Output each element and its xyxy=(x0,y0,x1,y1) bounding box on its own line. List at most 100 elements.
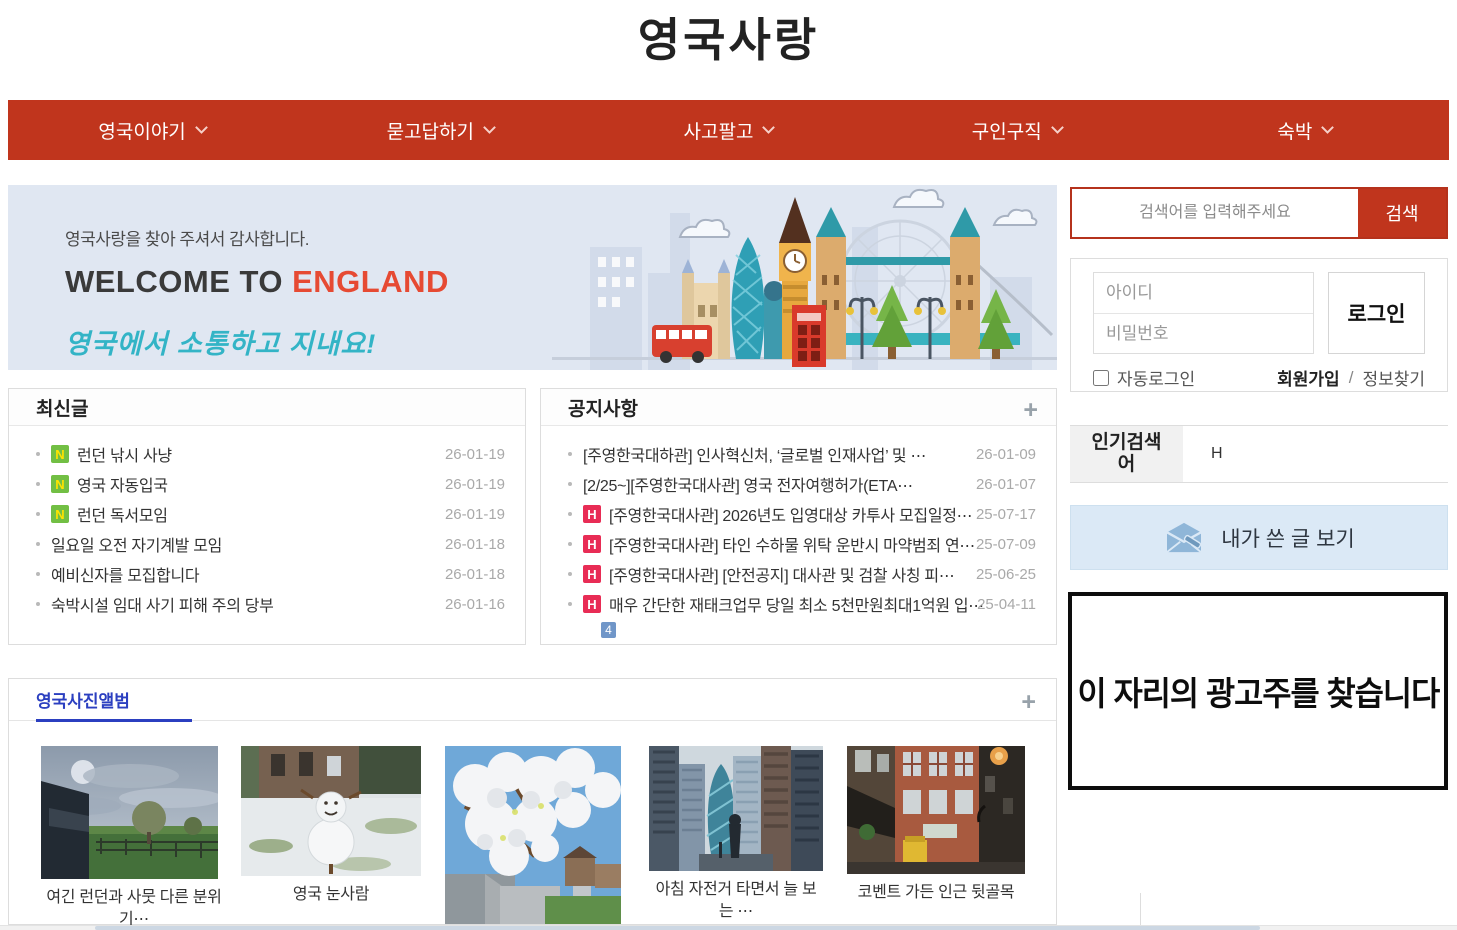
post-row[interactable]: [2/25~][주영한국대사관] 영국 전자여행허가(ETA⋯ 26-01-07 xyxy=(568,469,1046,499)
main-nav: 영국이야기 묻고답하기 사고팔고 구인구직 숙박 xyxy=(8,100,1449,160)
photo-album-panel: 영국사진앨범 + xyxy=(8,678,1057,925)
alley-photo xyxy=(847,746,1025,874)
find-info-link[interactable]: 정보찾기 xyxy=(1362,365,1425,390)
hot-badge: H xyxy=(583,535,601,553)
album-photo[interactable] xyxy=(445,746,621,930)
auto-login-checkbox[interactable] xyxy=(1093,370,1109,386)
countryside-photo xyxy=(41,746,218,879)
banner-welcome-highlight: ENGLAND xyxy=(292,264,449,299)
latest-posts-list: N 런던 낚시 사냥 26-01-19 N 영국 자동입국 26-01-19 N… xyxy=(9,426,525,619)
bullet-icon xyxy=(36,572,40,576)
bullet-icon xyxy=(36,512,40,516)
site-logo[interactable]: 영국사랑 xyxy=(638,4,819,70)
login-inputs xyxy=(1093,272,1314,354)
latest-posts-title: 최신글 xyxy=(36,394,88,421)
chevron-down-icon xyxy=(483,121,496,134)
album-photo[interactable]: 영국 눈사람 xyxy=(241,746,421,906)
nav-item-jobs[interactable]: 구인구직 xyxy=(873,100,1161,160)
new-badge: N xyxy=(51,505,69,523)
bullet-icon xyxy=(36,482,40,486)
chevron-down-icon xyxy=(1322,121,1335,134)
notices-panel: 공지사항 + [주영한국대하관] 인사혁신처, ‘글로벌 인재사업’ 및 ⋯ 2… xyxy=(540,388,1057,645)
login-panel: 로그인 자동로그인 회원가입 / 정보찾기 xyxy=(1070,258,1448,392)
nav-item-lodging[interactable]: 숙박 xyxy=(1161,100,1449,160)
latest-posts-header: 최신글 xyxy=(9,389,525,426)
bullet-icon xyxy=(568,482,572,486)
active-tab-underline xyxy=(36,719,192,722)
cherry-blossom-photo xyxy=(445,746,621,924)
bullet-icon xyxy=(568,452,572,456)
post-row[interactable]: H 매우 간단한 재태크업무 당일 최소 5천만원최대1억원 입⋯ 25-04-… xyxy=(568,589,1046,619)
chevron-down-icon xyxy=(195,121,208,134)
chevron-down-icon xyxy=(763,121,776,134)
write-post-icon xyxy=(1163,521,1205,555)
bullet-icon xyxy=(568,572,572,576)
latest-posts-panel: 최신글 N 런던 낚시 사냥 26-01-19 N 영국 자동입국 26-01-… xyxy=(8,388,526,645)
login-id-field[interactable] xyxy=(1094,273,1313,313)
link-separator: / xyxy=(1349,368,1354,388)
photo-album-more-button[interactable]: + xyxy=(1021,690,1036,715)
photo-caption: 여긴 런던과 사뭇 다른 분위기⋯ xyxy=(41,887,227,930)
bullet-icon xyxy=(568,542,572,546)
bullet-icon xyxy=(36,602,40,606)
photo-caption: 코벤트 가든 인근 뒷골목 xyxy=(847,882,1025,904)
search-bar: 검색 xyxy=(1070,187,1448,239)
page: 영국사랑 영국이야기 묻고답하기 사고팔고 구인구직 숙박 영국사랑을 찾아 주… xyxy=(0,0,1457,930)
comment-count-badge: 4 xyxy=(601,622,616,638)
post-row[interactable]: N 영국 자동입국 26-01-19 xyxy=(36,469,515,499)
login-password-field[interactable] xyxy=(1094,313,1313,353)
search-button[interactable]: 검색 xyxy=(1358,189,1446,237)
snowman-photo xyxy=(241,746,421,876)
photo-album-title[interactable]: 영국사진앨범 xyxy=(36,687,130,712)
nav-item-qna[interactable]: 묻고답하기 xyxy=(296,100,584,160)
ad-text: 이 자리의 광고주를 찾습니다 xyxy=(1077,667,1439,715)
my-posts-label: 내가 쓴 글 보기 xyxy=(1221,523,1354,553)
hot-badge: H xyxy=(583,595,601,613)
new-badge: N xyxy=(51,475,69,493)
banner-tagline: 영국에서 소통하고 지내요! xyxy=(65,322,449,361)
login-button[interactable]: 로그인 xyxy=(1328,272,1425,354)
scrollbar-thumb[interactable] xyxy=(95,926,1260,930)
post-row[interactable]: N 런던 낚시 사냥 26-01-19 xyxy=(36,439,515,469)
album-photo[interactable]: 아침 자전거 타면서 늘 보는 ⋯ xyxy=(649,746,823,922)
nav-item-label: 사고팔고 xyxy=(684,117,754,144)
hot-badge: H xyxy=(583,505,601,523)
album-photo[interactable]: 여긴 런던과 사뭇 다른 분위기⋯ xyxy=(41,746,227,930)
comment-count-row: 4 xyxy=(568,619,1046,641)
notices-more-button[interactable]: + xyxy=(1023,398,1038,423)
welcome-banner: 영국사랑을 찾아 주셔서 감사합니다. WELCOME TO ENGLAND 영… xyxy=(8,185,1057,370)
post-row[interactable]: 일요일 오전 자기계발 모임 26-01-18 xyxy=(36,529,515,559)
london-skyline-illustration xyxy=(552,185,1057,370)
nav-item-label: 숙박 xyxy=(1277,117,1312,144)
search-input[interactable] xyxy=(1072,189,1358,237)
city-photo xyxy=(649,746,823,871)
banner-welcome: WELCOME TO ENGLAND xyxy=(65,264,449,300)
post-row[interactable]: H [주영한국대사관] 타인 수하물 위탁 운반시 마약범죄 연⋯ 25-07-… xyxy=(568,529,1046,559)
bullet-icon xyxy=(568,512,572,516)
nav-item-label: 묻고답하기 xyxy=(387,117,474,144)
post-row[interactable]: N 런던 독서모임 26-01-19 xyxy=(36,499,515,529)
photo-album-header: 영국사진앨범 + xyxy=(9,679,1056,721)
popular-search-term[interactable]: H xyxy=(1183,426,1223,482)
post-row[interactable]: [주영한국대하관] 인사혁신처, ‘글로벌 인재사업’ 및 ⋯ 26-01-09 xyxy=(568,439,1046,469)
post-row[interactable]: 예비신자를 모집합니다 26-01-18 xyxy=(36,559,515,589)
chevron-down-icon xyxy=(1051,121,1064,134)
signup-link[interactable]: 회원가입 xyxy=(1277,365,1340,390)
album-photo[interactable]: 코벤트 가든 인근 뒷골목 xyxy=(847,746,1025,904)
post-row[interactable]: 숙박시설 임대 사기 피해 주의 당부 26-01-16 xyxy=(36,589,515,619)
photo-caption: 아침 자전거 타면서 늘 보는 ⋯ xyxy=(649,879,823,922)
post-row[interactable]: H [주영한국대사관] 2026년도 입영대상 카투사 모집일정⋯ 25-07-… xyxy=(568,499,1046,529)
horizontal-scrollbar[interactable] xyxy=(0,925,1457,930)
ad-banner[interactable]: 이 자리의 광고주를 찾습니다 xyxy=(1068,592,1448,790)
my-posts-button[interactable]: 내가 쓴 글 보기 xyxy=(1070,505,1448,570)
nav-item-uk-story[interactable]: 영국이야기 xyxy=(8,100,296,160)
post-row[interactable]: H [주영한국대사관] [안전공지] 대사관 및 검찰 사칭 피⋯ 25-06-… xyxy=(568,559,1046,589)
nav-item-buy-sell[interactable]: 사고팔고 xyxy=(584,100,872,160)
divider xyxy=(1140,893,1141,925)
nav-item-label: 영국이야기 xyxy=(98,117,185,144)
notices-title: 공지사항 xyxy=(568,394,638,421)
bullet-icon xyxy=(568,602,572,606)
photo-caption: 영국 눈사람 xyxy=(241,884,421,906)
notices-header: 공지사항 + xyxy=(541,389,1056,426)
banner-greeting: 영국사랑을 찾아 주셔서 감사합니다. xyxy=(65,225,449,250)
